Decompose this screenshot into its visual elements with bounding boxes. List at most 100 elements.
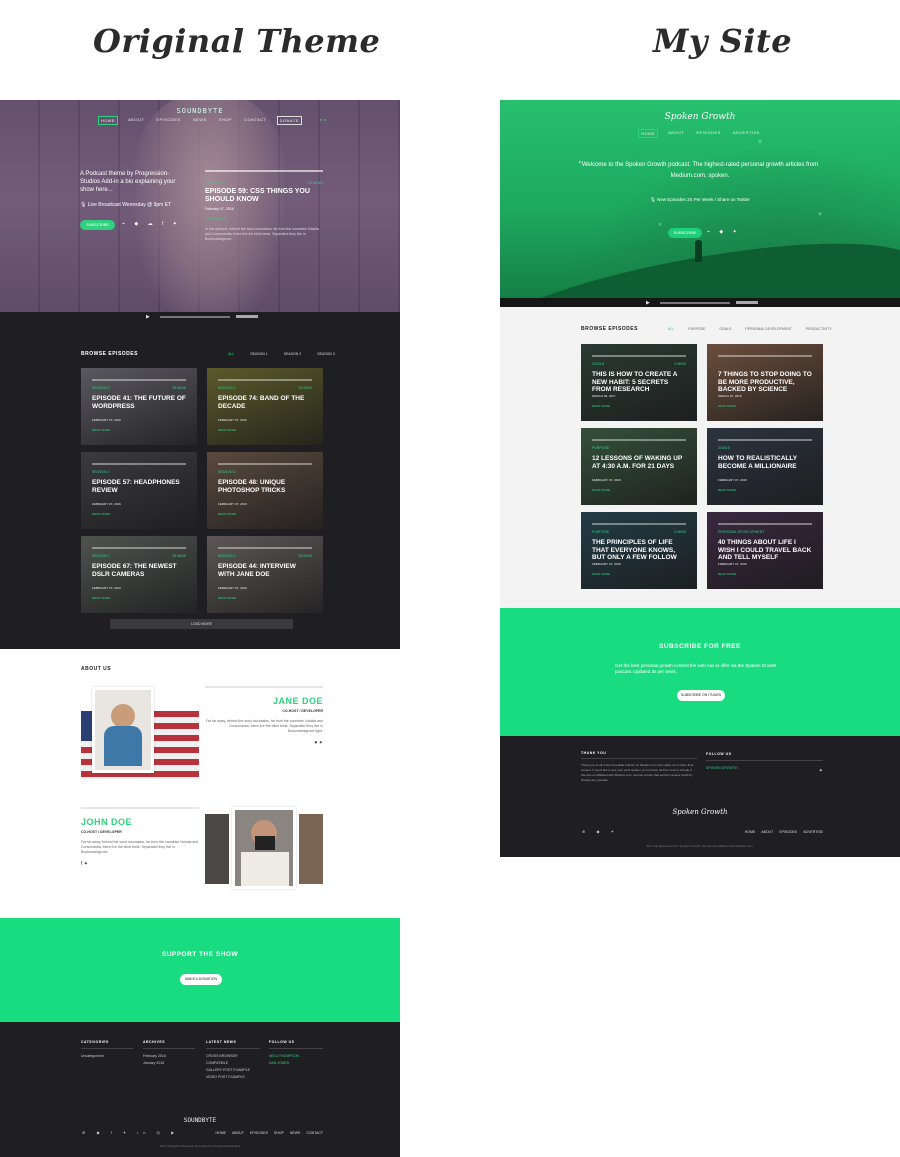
tile-read-more[interactable]: READ MORE xyxy=(592,404,610,408)
news-link[interactable]: CROSS BROWSER COMPATIBLE xyxy=(206,1053,260,1067)
footer-link-home[interactable]: HOME xyxy=(215,1131,226,1135)
episode-tile[interactable]: GOALS 5 MINS THIS IS HOW TO CREATE A NEW H… xyxy=(581,344,697,421)
nav-shop[interactable]: SHOP xyxy=(217,116,234,125)
nav-about[interactable]: ABOUT xyxy=(126,116,146,125)
my-tab-productivity[interactable]: PRODUCTIVITY xyxy=(806,327,832,331)
category-link[interactable]: Uncategorized xyxy=(81,1053,133,1060)
tile-read-more[interactable]: READ MORE xyxy=(718,404,736,408)
tile-title[interactable]: EPISODE 41: THE FUTURE OF WORDPRESS xyxy=(92,395,188,410)
tile-title[interactable]: EPISODE 74: BAND OF THE DECADE xyxy=(218,395,314,410)
my-follow-link[interactable]: SPOKEN GROWTH xyxy=(706,765,823,772)
tile-read-more[interactable]: READ MORE xyxy=(92,428,110,432)
nav-episodes[interactable]: EPISODES xyxy=(154,116,182,125)
tile-read-more[interactable]: READ MORE xyxy=(92,512,110,516)
my-subscribe-button[interactable]: SUBSCRIBE xyxy=(668,228,702,238)
my-nav-advertise[interactable]: ADVERTISE xyxy=(731,129,762,138)
audio-player[interactable]: ▶ xyxy=(0,312,400,322)
episode-tile[interactable]: SEASON 2 EPISODE 57: HEADPHONES REVIEW FEB… xyxy=(81,452,197,529)
my-hero-social-icons[interactable]: ⌁ ◆ ✦ xyxy=(707,229,741,235)
site-logo[interactable]: SOUNDBYTE xyxy=(0,107,400,115)
nav-donate[interactable]: DONATE xyxy=(276,116,302,125)
my-volume-slider[interactable] xyxy=(736,301,758,304)
my-nav-episodes[interactable]: EPISODES xyxy=(694,129,722,138)
my-tab-purpose[interactable]: PURPOSE xyxy=(688,327,705,331)
nav-home[interactable]: HOME xyxy=(98,116,118,125)
hero-social-icons[interactable]: ⌁ ◆ ☁ f ✦ xyxy=(122,221,181,227)
news-link[interactable]: GALLERY POST EXAMPLE xyxy=(206,1067,260,1074)
nav-contact[interactable]: CONTACT xyxy=(242,116,269,125)
donate-button[interactable]: MAKE A DONATION xyxy=(180,974,222,985)
my-footer-link-home[interactable]: HOME xyxy=(745,830,756,834)
tile-title[interactable]: HOW TO REALISTICALLY BECOME A MILLIONAIR… xyxy=(718,455,814,470)
tile-read-more[interactable]: READ MORE xyxy=(92,596,110,600)
my-nav-about[interactable]: ABOUT xyxy=(666,129,686,138)
footer-social-icons[interactable]: ⊕ ◆ f ✦ in ◎ ▶ xyxy=(82,1130,179,1135)
tab-season-2[interactable]: SEASON 2 xyxy=(284,352,302,356)
tile-title[interactable]: 7 THINGS TO STOP DOING TO BE MORE PRODUC… xyxy=(718,371,814,394)
follow-link[interactable]: NELA THOMPSON xyxy=(269,1053,323,1060)
my-footer-social-icons[interactable]: ⊕ ◆ ✦ xyxy=(582,829,619,834)
tile-read-more[interactable]: READ MORE xyxy=(718,488,736,492)
my-tab-goals[interactable]: GOALS xyxy=(719,327,731,331)
tile-title[interactable]: 12 LESSONS OF WAKING UP AT 4:30 A.M. FOR… xyxy=(592,455,688,470)
tile-read-more[interactable]: READ MORE xyxy=(218,596,236,600)
tile-read-more[interactable]: READ MORE xyxy=(718,572,736,576)
player-track[interactable] xyxy=(160,316,230,318)
follow-link[interactable]: DAN JONES xyxy=(269,1060,323,1067)
my-site-logo[interactable]: Spoken Growth xyxy=(500,112,900,122)
my-footer-link-about[interactable]: ABOUT xyxy=(761,830,773,834)
tile-read-more[interactable]: READ MORE xyxy=(592,572,610,576)
archive-link[interactable]: January 2016 xyxy=(143,1060,195,1067)
footer-link-shop[interactable]: SHOP xyxy=(274,1131,284,1135)
episode-tile[interactable]: 7 THINGS TO STOP DOING TO BE MORE PRODUC… xyxy=(707,344,823,421)
my-tab-personal-development[interactable]: PERSONAL DEVELOPMENT xyxy=(745,327,791,331)
tab-all[interactable]: ALL xyxy=(228,352,234,356)
itunes-button[interactable]: SUBSCRIBE ON ITUNES xyxy=(677,690,725,701)
episode-tile[interactable]: PURPOSE 5 MINS THE PRINCIPLES OF LIFE THAT… xyxy=(581,512,697,589)
tile-read-more[interactable]: READ MORE xyxy=(218,428,236,432)
featured-read-more[interactable]: READ MORE xyxy=(205,217,323,221)
tile-title[interactable]: EPISODE 67: THE NEWEST DSLR CAMERAS xyxy=(92,563,188,578)
episode-tile[interactable]: SEASON 3 EPISODE 48: UNIQUE PHOTOSHOP TRI… xyxy=(207,452,323,529)
load-more-button[interactable]: LOAD MORE xyxy=(110,619,293,629)
play-icon[interactable]: ▶ xyxy=(146,314,150,320)
episode-tile[interactable]: SEASON 1 33 MINS EPISODE 67: THE NEWEST DS… xyxy=(81,536,197,613)
subscribe-button[interactable]: SUBSCRIBE xyxy=(80,220,115,230)
tile-read-more[interactable]: READ MORE xyxy=(218,512,236,516)
news-link[interactable]: VIDEO POST EXAMPLE xyxy=(206,1074,260,1081)
footer-link-about[interactable]: ABOUT xyxy=(232,1131,244,1135)
archive-link[interactable]: February 2016 xyxy=(143,1053,195,1060)
john-social-icons[interactable]: f ✦ xyxy=(81,861,199,867)
tile-title[interactable]: EPISODE 44: INTERVIEW WITH JANE DOE xyxy=(218,563,314,578)
footer-link-news[interactable]: NEWS xyxy=(290,1131,301,1135)
my-nav-home[interactable]: HOME xyxy=(638,129,659,138)
tile-read-more[interactable]: READ MORE xyxy=(592,488,610,492)
footer-logo[interactable]: SOUNDBYTE xyxy=(0,1117,400,1124)
my-footer-link-advertise[interactable]: ADVERTISE xyxy=(803,830,823,834)
my-tab-all[interactable]: ALL xyxy=(668,327,674,331)
my-audio-player[interactable]: ▶ xyxy=(500,298,900,307)
tab-season-1[interactable]: SEASON 1 xyxy=(250,352,268,356)
nav-news[interactable]: NEWS xyxy=(191,116,209,125)
tile-title[interactable]: EPISODE 48: UNIQUE PHOTOSHOP TRICKS xyxy=(218,479,314,494)
my-footer-logo[interactable]: Spoken Growth xyxy=(500,808,900,816)
episode-tile[interactable]: SEASON 2 33 MINS EPISODE 41: THE FUTURE OF… xyxy=(81,368,197,445)
episode-tile[interactable]: PURPOSE 12 LESSONS OF WAKING UP AT 4:30 A… xyxy=(581,428,697,505)
my-footer-link-episodes[interactable]: EPISODES xyxy=(779,830,797,834)
featured-title[interactable]: EPISODE 59: CSS THINGS YOU SHOULD KNOW xyxy=(205,188,323,204)
tile-title[interactable]: EPISODE 57: HEADPHONES REVIEW xyxy=(92,479,188,494)
jane-social-icons[interactable]: ♥ ✦ xyxy=(205,740,323,746)
my-player-track[interactable] xyxy=(660,302,730,304)
my-play-icon[interactable]: ▶ xyxy=(646,300,650,306)
twitter-icon[interactable]: ✦ xyxy=(819,768,823,775)
volume-slider[interactable] xyxy=(236,315,258,318)
tile-title[interactable]: THIS IS HOW TO CREATE A NEW HABIT: 5 SEC… xyxy=(592,371,688,394)
episode-tile[interactable]: SEASON 2 33 MINS EPISODE 74: BAND OF THE D… xyxy=(207,368,323,445)
footer-link-contact[interactable]: CONTACT xyxy=(306,1131,323,1135)
episode-tile[interactable]: SEASON 1 33 MINS EPISODE 44: INTERVIEW WIT… xyxy=(207,536,323,613)
episode-tile[interactable]: PERSONAL DEVELOPMENT 40 THINGS ABOUT LIFE… xyxy=(707,512,823,589)
footer-link-episodes[interactable]: EPISODES xyxy=(250,1131,268,1135)
tab-season-3[interactable]: SEASON 3 xyxy=(317,352,335,356)
tile-title[interactable]: 40 THINGS ABOUT LIFE I WISH I COULD TRAV… xyxy=(718,539,814,562)
episode-tile[interactable]: GOALS HOW TO REALISTICALLY BECOME A MILLI… xyxy=(707,428,823,505)
